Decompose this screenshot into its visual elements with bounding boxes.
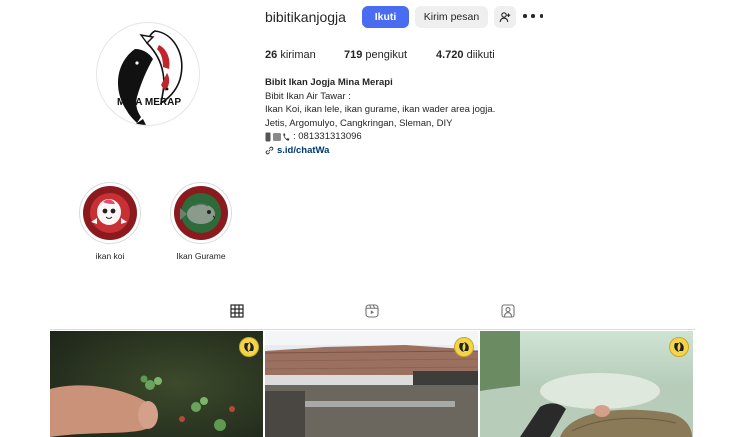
bio-line: Jetis, Argomulyo, Cangkringan, Sleman, D… <box>265 117 453 129</box>
koi-cartoon-icon <box>83 186 137 240</box>
dot <box>539 14 543 18</box>
tab-posts[interactable] <box>214 304 260 330</box>
tabs-divider <box>50 329 695 330</box>
tab-reels[interactable] <box>349 304 395 330</box>
username: bibitikanjogja <box>265 9 346 25</box>
koi-logo-icon <box>459 342 469 352</box>
bio-phone-line: : 081331313096 <box>265 130 495 144</box>
koi-logo-icon <box>674 342 684 352</box>
stat-label: pengikut <box>365 49 408 61</box>
bio-line: Bibit Ikan Air Tawar : <box>265 90 351 102</box>
follow-button[interactable]: Ikuti <box>362 6 409 28</box>
more-options-button[interactable] <box>523 9 543 23</box>
koi-logo-icon <box>244 342 254 352</box>
highlight-cover <box>174 186 228 240</box>
post-thumbnail[interactable] <box>480 331 693 437</box>
grid-icon <box>230 304 244 318</box>
dot <box>523 14 527 18</box>
watermark-logo <box>239 337 259 357</box>
post-image-fish-at-pond <box>480 331 693 437</box>
post-image-hand-holding-fish <box>50 331 263 437</box>
mina-merap-logo: MINA MERAP <box>117 30 183 125</box>
stat-label: diikuti <box>466 49 495 61</box>
followers-count[interactable]: 719 pengikut <box>344 49 407 61</box>
profile-avatar[interactable]: MINA MERAP <box>96 22 200 126</box>
display-name: Bibit Ikan Jogja Mina Merapi <box>265 77 393 88</box>
send-message-button[interactable]: Kirim pesan <box>415 6 488 28</box>
tab-tagged[interactable] <box>485 304 531 330</box>
bio-link-text: s.id/chatWa <box>277 144 330 156</box>
bio-line: Ikan Koi, ikan lele, ikan gurame, ikan w… <box>265 104 496 116</box>
post-thumbnail[interactable] <box>265 331 478 437</box>
highlight-ikan-gurame[interactable]: Ikan Gurame <box>169 182 233 261</box>
suggested-accounts-button[interactable] <box>494 6 516 28</box>
logo-text: MINA MERAP <box>117 97 181 108</box>
gurame-cartoon-icon <box>174 186 228 240</box>
posts-count: 26 kiriman <box>265 49 316 61</box>
link-icon <box>265 147 274 155</box>
stat-value: 719 <box>344 49 363 61</box>
highlight-label: Ikan Gurame <box>176 251 226 261</box>
bio-link[interactable]: s.id/chatWa <box>265 144 495 158</box>
following-count[interactable]: 4.720 diikuti <box>436 49 495 61</box>
reels-icon <box>365 304 379 318</box>
highlight-ring <box>79 182 141 244</box>
watermark-logo <box>454 337 474 357</box>
add-person-icon <box>499 12 511 23</box>
stat-value: 26 <box>265 49 278 61</box>
watermark-logo <box>669 337 689 357</box>
stat-value: 4.720 <box>436 49 464 61</box>
tagged-icon <box>501 304 515 318</box>
highlight-label: ikan koi <box>95 251 125 261</box>
highlight-ring <box>170 182 232 244</box>
phone-icons <box>265 132 290 142</box>
highlight-ikan-koi[interactable]: ikan koi <box>78 182 142 261</box>
stat-label: kiriman <box>280 49 316 61</box>
post-thumbnail[interactable] <box>50 331 263 437</box>
profile-bio: Bibit Ikan Jogja Mina Merapi Bibit Ikan … <box>265 76 495 158</box>
post-image-rooftops <box>265 331 478 437</box>
bio-phone: : 081331313096 <box>293 131 362 143</box>
dot <box>531 14 535 18</box>
highlight-cover <box>83 186 137 240</box>
